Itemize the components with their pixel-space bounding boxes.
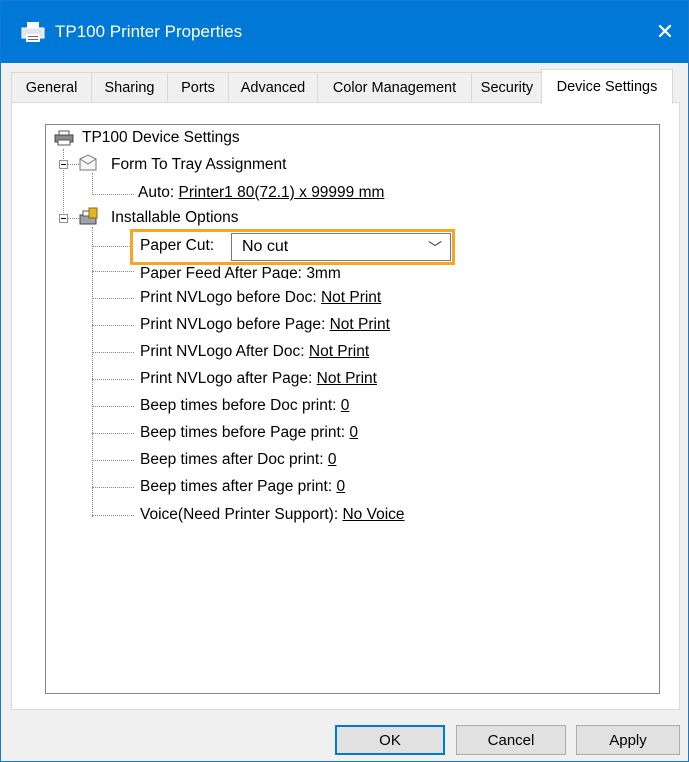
installable-options-label[interactable]: Installable Options <box>111 207 239 229</box>
tree-line <box>92 194 134 195</box>
option-label: Beep times before Page print: <box>140 424 346 441</box>
option-item[interactable]: Beep times before Doc print: 0 <box>140 395 349 417</box>
option-item[interactable]: Print NVLogo After Doc: Not Print <box>140 341 369 363</box>
tab-ports[interactable]: Ports <box>167 72 229 102</box>
tray-auto-label: Auto: <box>138 184 175 201</box>
window-title: TP100 Printer Properties <box>55 22 243 41</box>
chevron-down-icon: ﹀ <box>428 240 442 256</box>
printer-icon <box>21 22 45 42</box>
option-value[interactable]: 0 <box>349 424 358 441</box>
tree-line <box>92 487 134 488</box>
option-item[interactable]: Print NVLogo before Page: Not Print <box>140 314 390 336</box>
collapse-toggle[interactable] <box>59 214 68 223</box>
tree-line <box>92 352 134 353</box>
tree-line <box>92 173 93 195</box>
option-value[interactable]: 0 <box>341 397 350 414</box>
option-item[interactable]: Print NVLogo after Page: Not Print <box>140 368 377 390</box>
option-label: Print NVLogo before Page: <box>140 316 326 333</box>
tab-color-management[interactable]: Color Management <box>317 72 472 102</box>
option-item[interactable]: Voice(Need Printer Support): No Voice <box>140 504 405 526</box>
tab-advanced[interactable]: Advanced <box>228 72 318 102</box>
tab-device-settings[interactable]: Device Settings <box>541 69 673 104</box>
tray-auto-item[interactable]: Auto: Printer1 80(72.1) x 99999 mm <box>138 182 384 204</box>
option-label: Print NVLogo after Page: <box>140 370 313 387</box>
tree-line <box>92 298 134 299</box>
option-item[interactable]: Paper Feed After Page: 3mm <box>140 263 341 279</box>
tree-line <box>92 460 134 461</box>
tree-line <box>92 271 134 272</box>
apply-button[interactable]: Apply <box>576 725 680 755</box>
option-item[interactable]: Beep times after Doc print: 0 <box>140 449 336 471</box>
option-label: Voice(Need Printer Support): <box>140 506 339 523</box>
option-item[interactable]: Beep times after Page print: 0 <box>140 476 345 498</box>
paper-cut-label: Paper Cut: <box>140 237 215 254</box>
option-value[interactable]: Not Print <box>321 289 381 306</box>
collapse-toggle[interactable] <box>59 160 68 169</box>
tab-sharing[interactable]: Sharing <box>91 72 168 102</box>
option-value[interactable]: 0 <box>328 451 337 468</box>
option-value[interactable]: Not Print <box>309 343 369 360</box>
tree-root-label[interactable]: TP100 Device Settings <box>82 127 240 149</box>
form-icon <box>79 154 97 171</box>
option-value[interactable]: No Voice <box>342 506 404 523</box>
tree-line <box>92 515 134 516</box>
installable-options-icon <box>79 207 98 225</box>
option-label: Beep times after Doc print: <box>140 451 324 468</box>
option-item[interactable]: Beep times before Page print: 0 <box>140 422 358 444</box>
tray-auto-value[interactable]: Printer1 80(72.1) x 99999 mm <box>179 184 385 201</box>
tab-security[interactable]: Security <box>471 72 543 102</box>
tab-general[interactable]: General <box>11 72 92 102</box>
form-to-tray-label[interactable]: Form To Tray Assignment <box>111 154 286 176</box>
option-label: Print NVLogo before Doc: <box>140 289 317 306</box>
option-label: Beep times before Doc print: <box>140 397 337 414</box>
option-value[interactable]: 0 <box>336 478 345 495</box>
printer-icon <box>54 130 74 146</box>
paper-cut-dropdown[interactable]: No cut ﹀ <box>231 233 451 261</box>
option-label: Print NVLogo After Doc: <box>140 343 305 360</box>
tree-line <box>92 379 134 380</box>
cancel-button[interactable]: Cancel <box>456 725 566 755</box>
title-bar[interactable]: TP100 Printer Properties ✕ <box>1 1 688 63</box>
tree-line <box>92 325 134 326</box>
option-value[interactable]: 3mm <box>306 265 340 279</box>
paper-cut-value: No cut <box>242 238 289 255</box>
tree-line <box>92 246 130 247</box>
ok-button[interactable]: OK <box>335 725 445 755</box>
option-value[interactable]: Not Print <box>317 370 377 387</box>
option-value[interactable]: Not Print <box>330 316 390 333</box>
tree-line <box>92 406 134 407</box>
option-item[interactable]: Print NVLogo before Doc: Not Print <box>140 287 381 309</box>
close-icon: ✕ <box>655 19 675 44</box>
option-label: Beep times after Page print: <box>140 478 333 495</box>
option-label: Paper Feed After Page: <box>140 265 302 279</box>
close-button[interactable]: ✕ <box>642 1 688 63</box>
tree-line <box>92 433 134 434</box>
printer-properties-window: TP100 Printer Properties ✕ General Shari… <box>0 0 689 762</box>
